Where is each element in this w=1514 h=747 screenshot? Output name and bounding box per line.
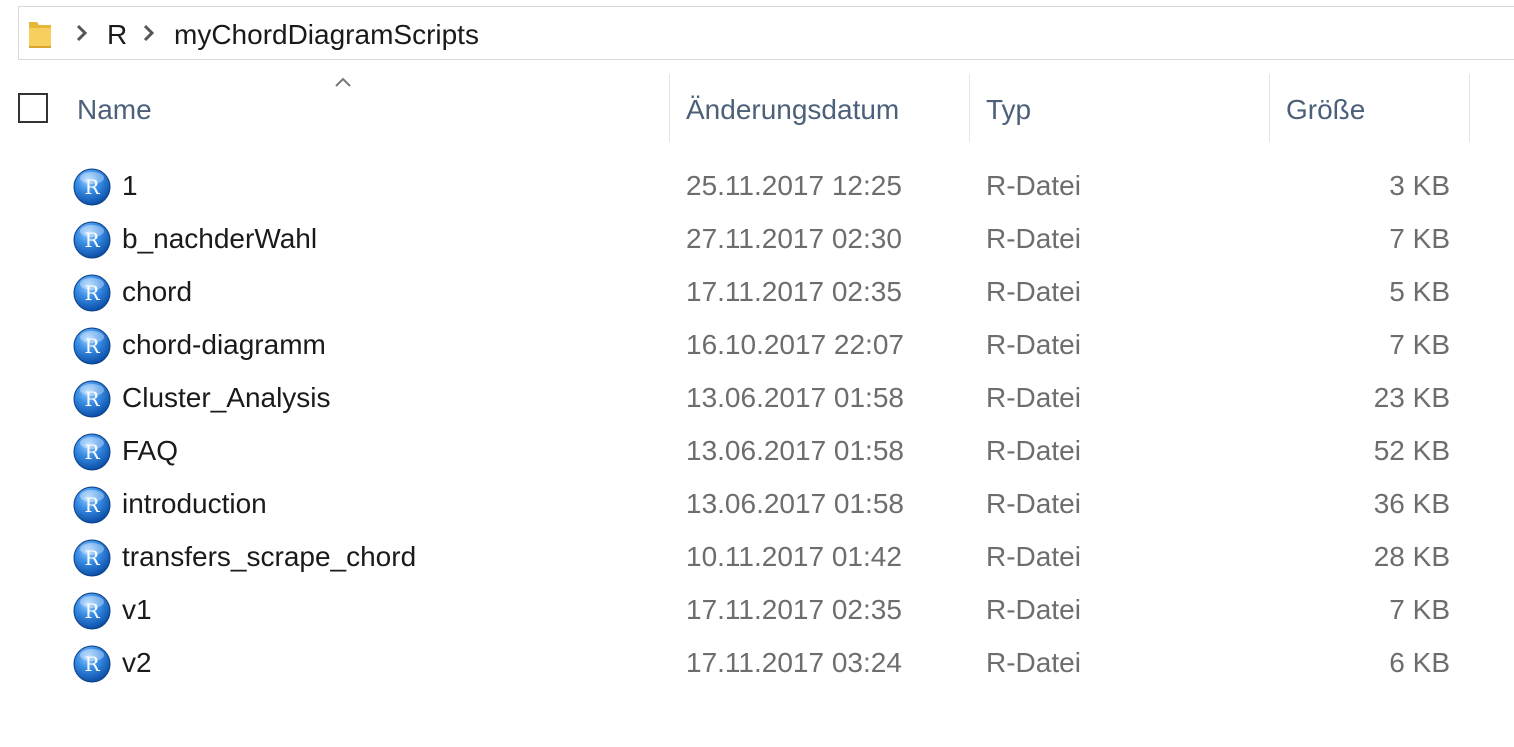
breadcrumb-item-current-folder[interactable]: myChordDiagramScripts	[174, 18, 479, 52]
file-type: R-Datei	[986, 329, 1081, 360]
r-script-icon	[73, 486, 111, 524]
file-date: 27.11.2017 02:30	[686, 223, 902, 254]
r-script-icon	[73, 645, 111, 683]
file-date: 17.11.2017 03:24	[686, 647, 902, 678]
r-script-icon	[73, 327, 111, 365]
sort-ascending-icon	[335, 77, 351, 87]
file-date: 10.11.2017 01:42	[686, 541, 902, 572]
folder-icon	[29, 22, 51, 48]
file-type: R-Datei	[986, 541, 1081, 572]
file-type: R-Datei	[986, 594, 1081, 625]
file-name: Cluster_Analysis	[122, 382, 331, 413]
file-name: FAQ	[122, 435, 179, 466]
file-type: R-Datei	[986, 647, 1081, 678]
file-size: 36 KB	[1373, 488, 1450, 519]
file-size: 23 KB	[1373, 382, 1450, 413]
file-name: chord	[122, 276, 193, 307]
r-script-icon	[73, 274, 111, 312]
file-row[interactable]: b_nachderWahl 27.11.2017 02:30 R-Datei 7…	[0, 213, 1514, 266]
breadcrumb-item-r[interactable]: R	[107, 18, 127, 52]
file-size: 3 KB	[1389, 170, 1450, 201]
file-row[interactable]: transfers_scrape_chord 10.11.2017 01:42 …	[0, 531, 1514, 584]
file-size: 6 KB	[1389, 647, 1450, 678]
file-type: R-Datei	[986, 488, 1081, 519]
file-type: R-Datei	[986, 435, 1081, 466]
file-date: 17.11.2017 02:35	[686, 594, 902, 625]
file-type: R-Datei	[986, 223, 1081, 254]
column-header-size[interactable]: Größe	[1286, 92, 1365, 128]
column-header-date[interactable]: Änderungsdatum	[686, 92, 899, 128]
file-name: transfers_scrape_chord	[122, 541, 417, 572]
r-script-icon	[73, 380, 111, 418]
r-script-icon	[73, 539, 111, 577]
column-divider[interactable]	[1469, 74, 1470, 142]
file-name: v1	[122, 594, 152, 625]
file-row[interactable]: 1 25.11.2017 12:25 R-Datei 3 KB	[0, 160, 1514, 213]
file-list: 1 25.11.2017 12:25 R-Datei 3 KB b_nachde…	[0, 160, 1514, 690]
file-size: 5 KB	[1389, 276, 1450, 307]
column-header-type[interactable]: Typ	[986, 92, 1031, 128]
file-date: 13.06.2017 01:58	[686, 488, 904, 519]
column-divider[interactable]	[669, 74, 670, 142]
r-script-icon	[73, 592, 111, 630]
file-row[interactable]: introduction 13.06.2017 01:58 R-Datei 36…	[0, 478, 1514, 531]
chevron-right-icon[interactable]	[75, 23, 89, 43]
file-size: 28 KB	[1373, 541, 1450, 572]
column-header-name[interactable]: Name	[77, 92, 152, 128]
r-script-icon	[73, 168, 111, 206]
file-type: R-Datei	[986, 276, 1081, 307]
address-bar[interactable]: R myChordDiagramScripts	[18, 6, 1514, 60]
file-size: 7 KB	[1389, 594, 1450, 625]
file-date: 17.11.2017 02:35	[686, 276, 902, 307]
file-row[interactable]: v1 17.11.2017 02:35 R-Datei 7 KB	[0, 584, 1514, 637]
file-name: introduction	[122, 488, 267, 519]
file-row[interactable]: chord-diagramm 16.10.2017 22:07 R-Datei …	[0, 319, 1514, 372]
file-row[interactable]: chord 17.11.2017 02:35 R-Datei 5 KB	[0, 266, 1514, 319]
file-date: 13.06.2017 01:58	[686, 435, 904, 466]
file-row[interactable]: Cluster_Analysis 13.06.2017 01:58 R-Date…	[0, 372, 1514, 425]
file-type: R-Datei	[986, 170, 1081, 201]
file-size: 7 KB	[1389, 223, 1450, 254]
file-name: chord-diagramm	[122, 329, 326, 360]
file-name: v2	[122, 647, 152, 678]
column-divider[interactable]	[969, 74, 970, 142]
file-date: 16.10.2017 22:07	[686, 329, 904, 360]
select-all-checkbox[interactable]	[18, 93, 48, 123]
file-size: 52 KB	[1373, 435, 1450, 466]
chevron-right-icon[interactable]	[142, 23, 156, 43]
file-size: 7 KB	[1389, 329, 1450, 360]
file-row[interactable]: FAQ 13.06.2017 01:58 R-Datei 52 KB	[0, 425, 1514, 478]
file-name: b_nachderWahl	[122, 223, 318, 254]
file-type: R-Datei	[986, 382, 1081, 413]
column-divider[interactable]	[1269, 74, 1270, 142]
r-script-icon	[73, 433, 111, 471]
r-script-icon	[73, 221, 111, 259]
file-name: 1	[122, 170, 138, 201]
file-row[interactable]: v2 17.11.2017 03:24 R-Datei 6 KB	[0, 637, 1514, 690]
file-date: 13.06.2017 01:58	[686, 382, 904, 413]
file-date: 25.11.2017 12:25	[686, 170, 902, 201]
